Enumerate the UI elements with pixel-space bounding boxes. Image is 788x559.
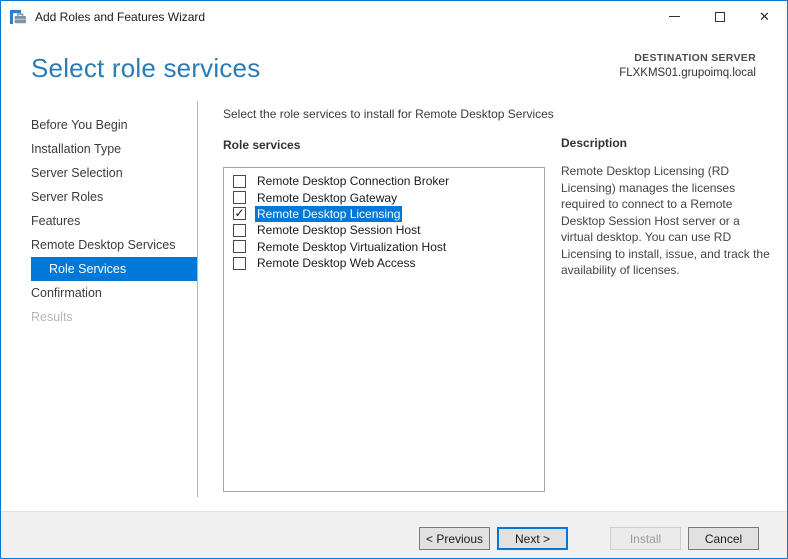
checkbox-unchecked-icon[interactable] — [233, 174, 246, 188]
sidebar-item-remote-desktop-services[interactable]: Remote Desktop Services — [1, 233, 197, 257]
role-service-row-remote-desktop-licensing[interactable]: ✓ Remote Desktop Licensing — [224, 205, 544, 222]
checkbox-unchecked-icon[interactable] — [233, 240, 246, 254]
sidebar-divider — [197, 101, 198, 497]
role-service-row-remote-desktop-virtualization-host[interactable]: Remote Desktop Virtualization Host — [224, 239, 544, 255]
role-service-label[interactable]: Remote Desktop Licensing — [255, 205, 403, 222]
role-service-label[interactable]: Remote Desktop Connection Broker — [255, 173, 451, 189]
maximize-icon — [714, 11, 725, 22]
minimize-button[interactable] — [652, 1, 697, 32]
role-service-label[interactable]: Remote Desktop Web Access — [255, 255, 418, 271]
destination-server-name: FLXKMS01.grupoimq.local — [619, 67, 756, 79]
maximize-button[interactable] — [697, 1, 742, 32]
close-icon: ✕ — [759, 9, 770, 24]
checkbox-unchecked-icon[interactable] — [233, 191, 246, 205]
sidebar-item-confirmation[interactable]: Confirmation — [1, 281, 197, 305]
role-services-label: Role services — [223, 138, 301, 152]
sidebar-item-server-roles[interactable]: Server Roles — [1, 185, 197, 209]
sidebar-item-server-selection[interactable]: Server Selection — [1, 161, 197, 185]
wizard-sidebar: Before You Begin Installation Type Server … — [1, 113, 197, 329]
window-title: Add Roles and Features Wizard — [35, 9, 206, 24]
sidebar-item-features[interactable]: Features — [1, 209, 197, 233]
checkbox-unchecked-icon[interactable] — [233, 256, 246, 270]
destination-label: DESTINATION SERVER — [634, 52, 756, 64]
next-button[interactable]: Next > — [497, 527, 568, 550]
description-text: Remote Desktop Licensing (RD Licensing) … — [561, 164, 770, 277]
role-service-label[interactable]: Remote Desktop Virtualization Host — [255, 239, 448, 255]
previous-button[interactable]: < Previous — [419, 527, 490, 550]
role-service-row-remote-desktop-gateway[interactable]: Remote Desktop Gateway — [224, 189, 544, 205]
checkbox-checked-icon[interactable]: ✓ — [233, 207, 246, 221]
server-manager-icon — [10, 9, 27, 25]
install-button: Install — [610, 527, 681, 550]
sidebar-item-installation-type[interactable]: Installation Type — [1, 137, 197, 161]
sidebar-item-results: Results — [31, 310, 73, 324]
titlebar: Add Roles and Features Wizard ✕ — [1, 1, 787, 32]
minimize-icon — [669, 16, 680, 17]
role-service-row-remote-desktop-web-access[interactable]: Remote Desktop Web Access — [224, 255, 544, 271]
role-service-row-remote-desktop-session-host[interactable]: Remote Desktop Session Host — [224, 222, 544, 238]
role-services-list: Remote Desktop Connection Broker Remote D… — [223, 167, 545, 492]
description-title: Description — [561, 136, 628, 150]
close-button[interactable]: ✕ — [742, 1, 787, 32]
window-controls: ✕ — [652, 1, 787, 32]
role-service-row-remote-desktop-connection-broker[interactable]: Remote Desktop Connection Broker — [224, 173, 544, 189]
sidebar-item-before-you-begin[interactable]: Before You Begin — [1, 113, 197, 137]
wizard-window: Add Roles and Features Wizard ✕ Select r… — [0, 0, 788, 559]
checkbox-unchecked-icon[interactable] — [233, 223, 246, 237]
destination-block: DESTINATION SERVER FLXKMS01.grupoimq.loc… — [619, 52, 756, 79]
page-title: Select role services — [31, 53, 261, 83]
cancel-button[interactable]: Cancel — [688, 527, 759, 550]
role-service-label[interactable]: Remote Desktop Session Host — [255, 222, 422, 238]
footer-bar: < Previous Next > Install Cancel — [1, 511, 787, 558]
sidebar-item-role-services[interactable]: Role Services — [31, 257, 197, 281]
description-panel: Description Remote Desktop Licensing (RD… — [561, 136, 773, 279]
role-service-label[interactable]: Remote Desktop Gateway — [255, 190, 399, 206]
instruction-text: Select the role services to install for … — [223, 107, 554, 121]
